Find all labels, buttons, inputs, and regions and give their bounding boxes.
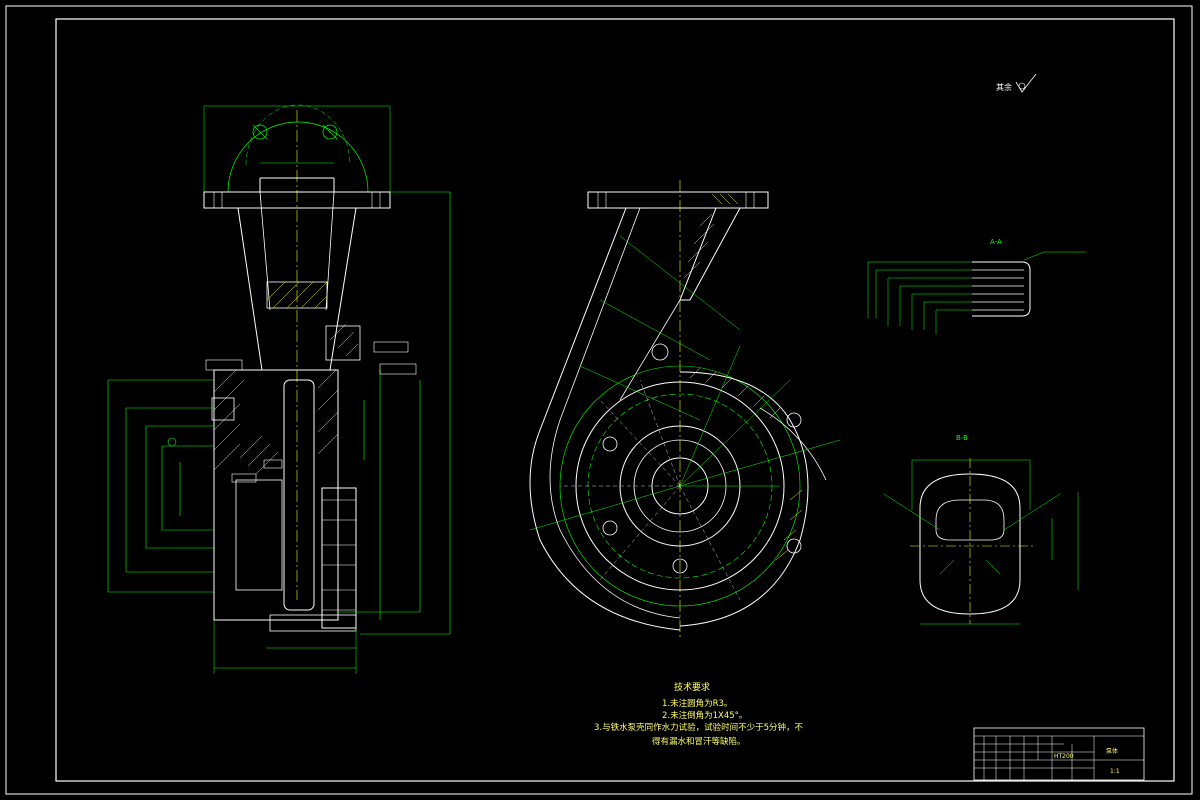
roughness-note: 其余: [996, 82, 1012, 92]
drawing-canvas: 其余 A-A B-B 技术要求 1.未注圆角为R3。 2.未注倒角为1X45°。…: [5, 5, 1193, 795]
outer-border: [5, 5, 1193, 795]
title-block-material: HT200: [1054, 753, 1074, 760]
title-block-scale: 1:1: [1110, 768, 1120, 775]
roughness-symbol: 其余: [996, 73, 1037, 93]
detail-a: A-A: [867, 238, 1086, 334]
title-block: 泵体 HT200 1:1: [973, 727, 1145, 781]
tech-req-item-2: 2.未注倒角为1X45°。: [662, 710, 747, 721]
section-view: [107, 104, 451, 674]
tech-req-title: 技术要求: [674, 681, 710, 693]
technical-requirements: 技术要求 1.未注圆角为R3。 2.未注倒角为1X45°。 3.与铁水泵壳同作水…: [594, 681, 804, 747]
title-block-part-name: 泵体: [1106, 747, 1118, 755]
section-b: B-B: [883, 434, 1079, 625]
tech-req-item-1: 1.未注圆角为R3。: [662, 698, 732, 709]
tech-req-item-3: 3.与铁水泵壳同作水力试验，试验时间不少于5分钟，不: [594, 722, 804, 733]
section-b-label: B-B: [956, 434, 968, 442]
front-view: [529, 180, 841, 640]
tech-req-item-4: 得有漏水和冒汗等缺陷。: [652, 736, 746, 747]
detail-a-label: A-A: [990, 238, 1002, 246]
